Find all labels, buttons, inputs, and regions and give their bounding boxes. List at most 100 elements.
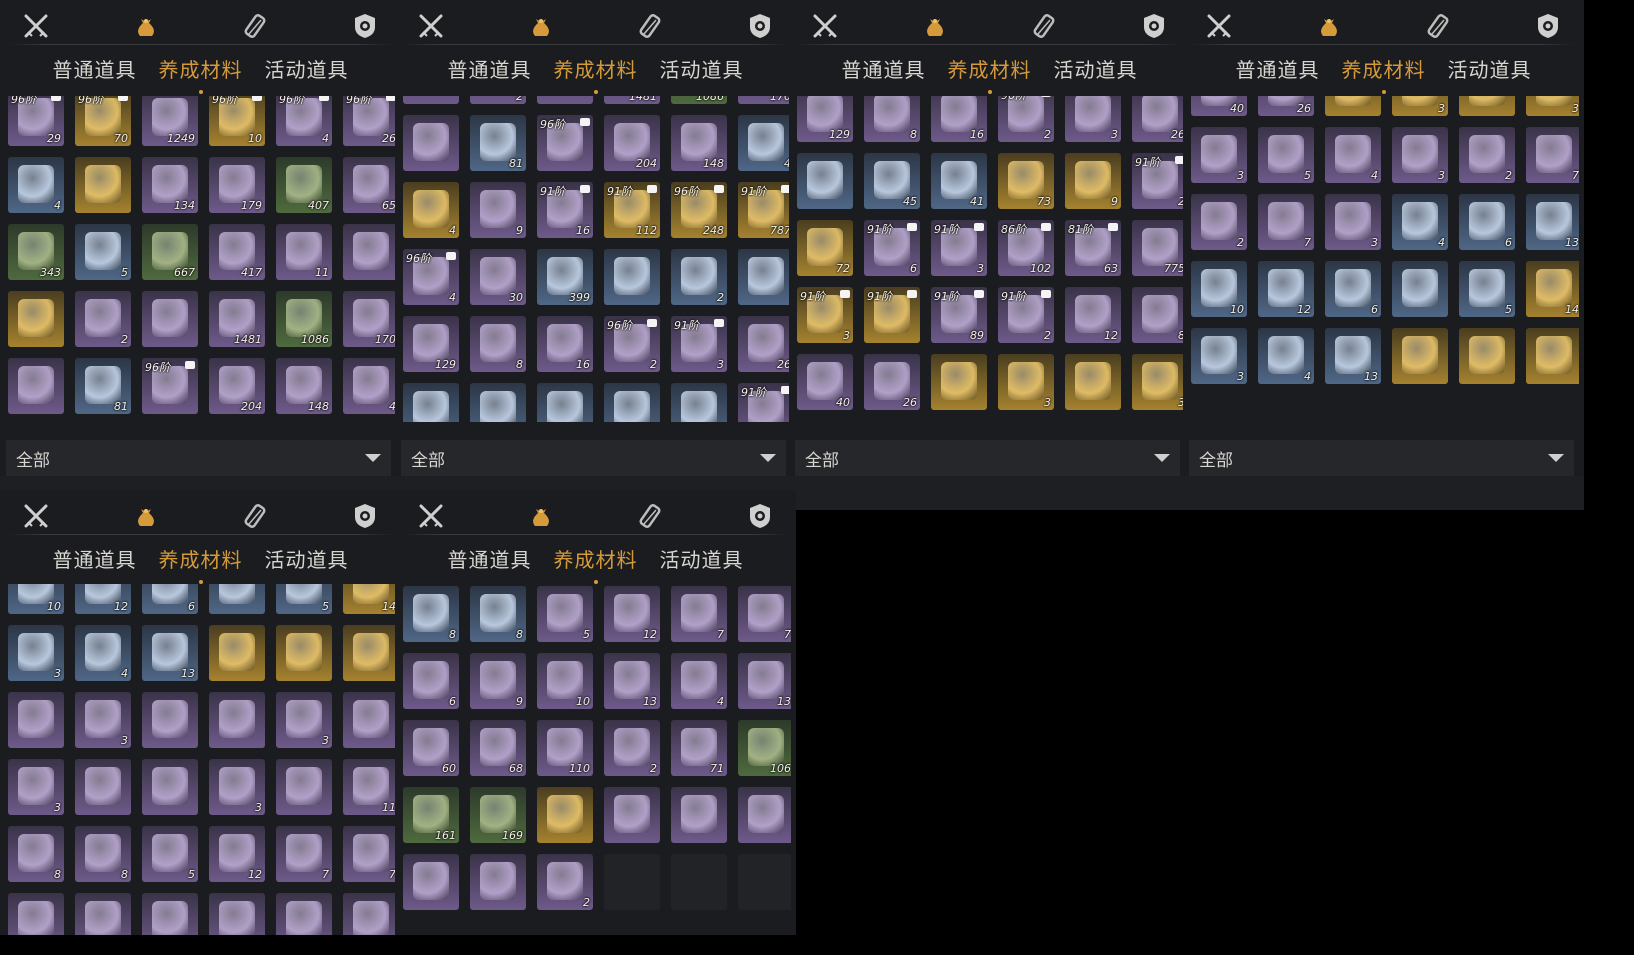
item-slot[interactable]: 3 xyxy=(1325,194,1381,250)
item-slot[interactable]: 417 xyxy=(209,224,265,280)
item-slot[interactable]: 407 xyxy=(276,157,332,213)
item-slot[interactable] xyxy=(8,358,64,414)
tab-cultivation-materials[interactable]: 养成材料 xyxy=(1342,54,1426,94)
item-slot[interactable]: 5 xyxy=(142,826,198,882)
item-slot[interactable]: 12 xyxy=(1065,287,1121,343)
item-slot[interactable]: 4 xyxy=(8,157,64,213)
tab-event-items[interactable]: 活动道具 xyxy=(660,544,744,578)
badge-icon[interactable] xyxy=(1530,8,1566,44)
item-slot[interactable]: 81 xyxy=(75,358,131,414)
item-slot[interactable]: 13 xyxy=(142,625,198,681)
item-slot[interactable]: 13 xyxy=(1526,194,1579,250)
item-slot[interactable]: 96阶 4 xyxy=(276,96,332,146)
item-slot[interactable]: 8 xyxy=(8,826,64,882)
item-slot[interactable]: 5 xyxy=(276,584,332,614)
item-slot[interactable] xyxy=(537,96,593,104)
filter-dropdown[interactable]: 全部 xyxy=(401,440,786,476)
item-slot[interactable] xyxy=(209,625,265,681)
pouch-icon[interactable] xyxy=(1311,8,1347,44)
item-slot[interactable]: 3 xyxy=(75,692,131,748)
item-slot[interactable] xyxy=(75,893,131,935)
item-slot[interactable] xyxy=(343,893,396,935)
item-slot[interactable]: 2 xyxy=(1459,127,1515,183)
item-slot[interactable]: 5 xyxy=(1258,127,1314,183)
item-slot[interactable]: 1086 xyxy=(671,96,727,104)
item-slot[interactable]: 106 xyxy=(738,720,791,776)
tab-common-items[interactable]: 普通道具 xyxy=(1236,54,1320,88)
pouch-icon[interactable] xyxy=(523,498,559,534)
item-slot[interactable]: 40 xyxy=(797,354,853,410)
item-slot[interactable]: 96阶 248 xyxy=(671,182,727,238)
item-slot[interactable]: 96阶 26 xyxy=(343,96,396,146)
badge-icon[interactable] xyxy=(742,498,778,534)
item-slot[interactable]: 91阶 787 xyxy=(738,182,791,238)
item-slot[interactable]: 91阶 112 xyxy=(604,182,660,238)
item-slot[interactable]: 3 xyxy=(1132,354,1185,410)
item-slot[interactable]: 26 xyxy=(1258,96,1314,116)
item-slot[interactable]: 96阶 29 xyxy=(8,96,64,146)
item-slot[interactable]: 68 xyxy=(470,720,526,776)
item-slot[interactable]: 12 xyxy=(209,826,265,882)
item-slot[interactable]: 81阶 63 xyxy=(1065,220,1121,276)
item-slot[interactable]: 2 xyxy=(470,96,526,104)
item-slot[interactable]: 26 xyxy=(738,316,791,372)
item-slot[interactable] xyxy=(209,893,265,935)
item-slot[interactable]: 170 xyxy=(738,96,791,104)
item-slot[interactable]: 96阶 70 xyxy=(75,96,131,146)
item-slot[interactable] xyxy=(343,625,396,681)
item-slot[interactable]: 96阶 2 xyxy=(604,316,660,372)
tab-cultivation-materials[interactable]: 养成材料 xyxy=(948,54,1032,94)
swords-icon[interactable] xyxy=(807,8,843,44)
item-slot[interactable]: 161 xyxy=(403,787,459,843)
tab-common-items[interactable]: 普通道具 xyxy=(448,54,532,88)
item-slot[interactable]: 71 xyxy=(671,720,727,776)
item-slot[interactable]: 179 xyxy=(209,157,265,213)
item-slot[interactable]: 2 xyxy=(1191,194,1247,250)
item-slot[interactable] xyxy=(797,153,853,209)
item-slot[interactable] xyxy=(403,854,459,910)
item-slot[interactable] xyxy=(75,759,131,815)
item-slot[interactable]: 4 xyxy=(671,653,727,709)
item-slot[interactable]: 96阶 2 xyxy=(998,96,1054,142)
item-slot[interactable] xyxy=(142,893,198,935)
item-slot[interactable]: 8 xyxy=(864,96,920,142)
item-slot[interactable]: 5 xyxy=(537,586,593,642)
item-slot[interactable]: 3 xyxy=(1526,96,1579,116)
item-slot[interactable]: 26 xyxy=(864,354,920,410)
item-slot[interactable]: 204 xyxy=(604,115,660,171)
item-slot[interactable]: 3 xyxy=(1191,127,1247,183)
item-slot[interactable]: 129 xyxy=(403,316,459,372)
item-slot[interactable]: 148 xyxy=(671,115,727,171)
item-slot[interactable]: 91阶 3 xyxy=(931,220,987,276)
item-slot[interactable]: 30 xyxy=(470,249,526,305)
item-slot[interactable] xyxy=(1065,354,1121,410)
item-slot[interactable]: 11 xyxy=(343,759,396,815)
item-slot[interactable]: 11 xyxy=(276,224,332,280)
item-slot[interactable]: 4 xyxy=(1392,194,1448,250)
item-slot[interactable]: 65 xyxy=(343,157,396,213)
item-slot[interactable]: 91阶 2 xyxy=(998,287,1054,343)
item-slot[interactable]: 8 xyxy=(75,826,131,882)
item-slot[interactable]: 1481 xyxy=(209,291,265,347)
item-slot[interactable]: 14 xyxy=(343,584,396,614)
item-slot[interactable]: 73 xyxy=(604,383,660,422)
tab-event-items[interactable]: 活动道具 xyxy=(660,54,744,88)
badge-icon[interactable] xyxy=(1136,8,1172,44)
item-slot[interactable] xyxy=(8,893,64,935)
item-slot[interactable]: 343 xyxy=(8,224,64,280)
item-slot[interactable]: 134 xyxy=(142,157,198,213)
swords-icon[interactable] xyxy=(413,498,449,534)
item-slot[interactable]: 3 xyxy=(1392,127,1448,183)
item-slot[interactable]: 13 xyxy=(604,653,660,709)
tab-cultivation-materials[interactable]: 养成材料 xyxy=(159,544,243,584)
badge-icon[interactable] xyxy=(347,8,383,44)
scroll-icon[interactable] xyxy=(632,8,668,44)
item-slot[interactable]: 9 xyxy=(671,383,727,422)
swords-icon[interactable] xyxy=(413,8,449,44)
item-slot[interactable]: 8 xyxy=(403,586,459,642)
item-slot[interactable]: 1086 xyxy=(276,291,332,347)
item-slot[interactable]: 45 xyxy=(864,153,920,209)
tab-common-items[interactable]: 普通道具 xyxy=(448,544,532,578)
item-slot[interactable] xyxy=(142,759,198,815)
item-slot[interactable]: 3 xyxy=(1191,328,1247,384)
